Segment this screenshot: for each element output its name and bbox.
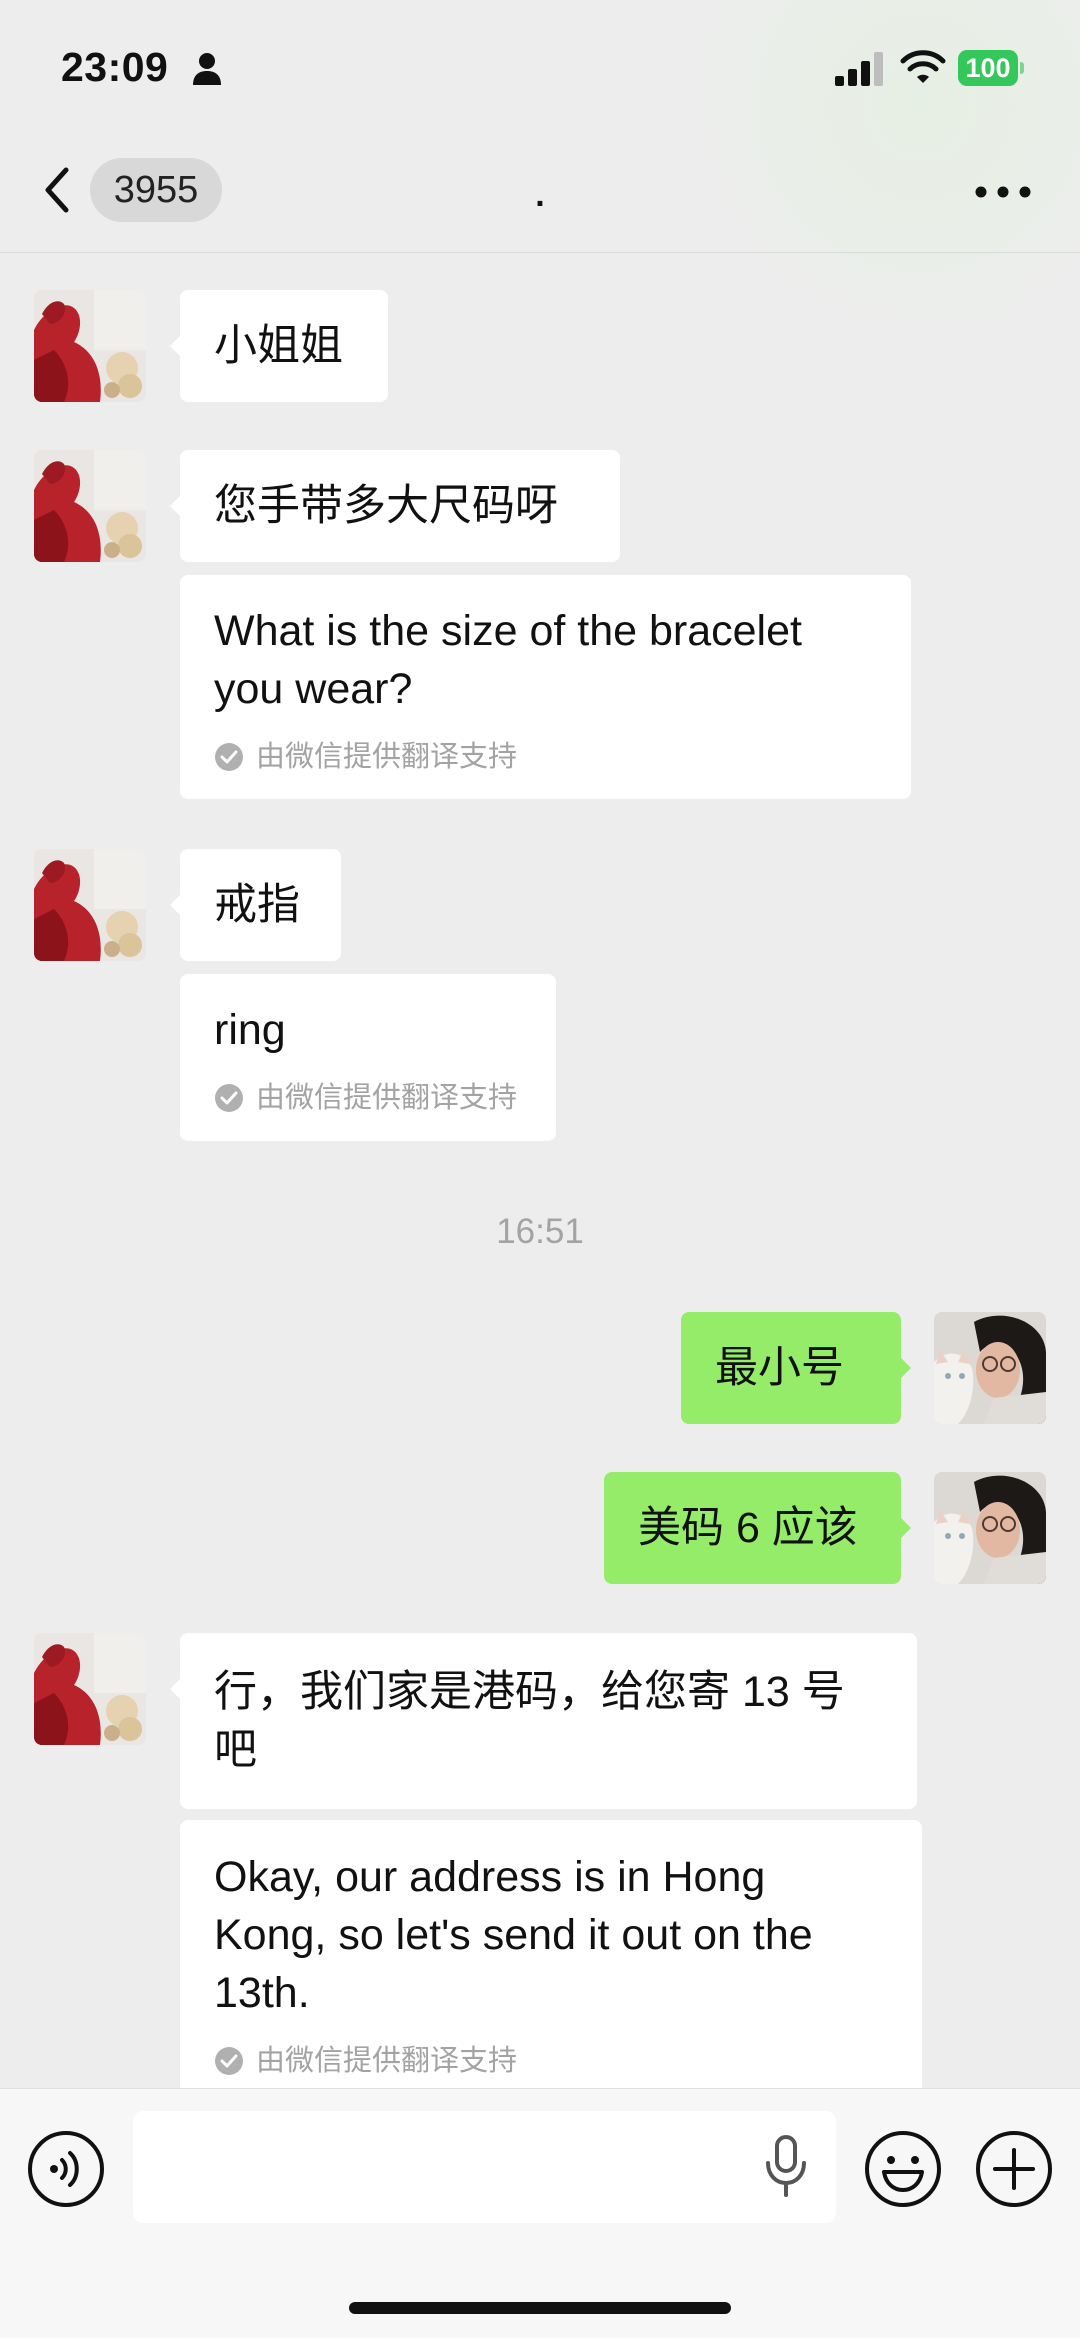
bubble-tail <box>900 1357 911 1379</box>
message-text: 您手带多大尺码呀 <box>214 482 558 530</box>
back-chevron-icon[interactable] <box>40 164 76 216</box>
chat-title: . <box>535 176 545 214</box>
my-avatar[interactable] <box>934 1472 1046 1584</box>
translation-note-text: 由微信提供翻译支持 <box>256 741 518 773</box>
battery-level: 100 <box>958 50 1018 86</box>
unread-count-badge[interactable]: 3955 <box>90 158 222 222</box>
add-attachment-icon[interactable] <box>975 2130 1053 2208</box>
my-avatar[interactable] <box>934 1312 1046 1424</box>
message-input[interactable] <box>133 2111 836 2223</box>
check-circle-icon <box>214 742 244 772</box>
translation-note: 由微信提供翻译支持 <box>214 728 877 786</box>
message-bubble-incoming[interactable]: 您手带多大尺码呀 <box>180 450 620 562</box>
message-bubble-incoming[interactable]: 行，我们家是港码，给您寄 13 号 吧 <box>180 1633 917 1809</box>
contact-avatar[interactable] <box>34 1633 146 1745</box>
message-text: 戒指 <box>214 881 300 929</box>
status-time: 23:09 <box>61 44 169 90</box>
voice-mode-icon[interactable] <box>27 2130 105 2208</box>
more-options-icon[interactable] <box>975 186 1031 198</box>
wifi-icon <box>900 50 946 83</box>
message-timestamp: 16:51 <box>496 1212 584 1251</box>
emoji-icon[interactable] <box>864 2130 942 2208</box>
translation-text: Okay, our address is in Hong Kong, so le… <box>214 1853 813 2017</box>
message-text: 行，我们家是港码，给您寄 13 号 吧 <box>214 1668 845 1774</box>
translation-note: 由微信提供翻译支持 <box>214 2032 888 2090</box>
translation-bubble[interactable]: Okay, our address is in Hong Kong, so le… <box>180 1820 922 2100</box>
chat-header: 3955 . <box>0 130 1080 253</box>
translation-text: ring <box>214 1006 286 1054</box>
signal-icon <box>835 52 883 86</box>
message-text: 小姐姐 <box>214 322 343 370</box>
translation-note: 由微信提供翻译支持 <box>214 1069 522 1127</box>
battery-cap <box>1020 62 1024 74</box>
translation-note-text: 由微信提供翻译支持 <box>256 2045 518 2077</box>
translation-bubble[interactable]: ring 由微信提供翻译支持 <box>180 974 556 1141</box>
message-text: 最小号 <box>715 1344 844 1392</box>
home-indicator[interactable] <box>349 2302 731 2314</box>
translation-bubble[interactable]: What is the size of the bracelet you wea… <box>180 575 911 799</box>
bubble-tail <box>900 1517 911 1539</box>
message-bubble-incoming[interactable]: 戒指 <box>180 849 341 961</box>
contact-avatar[interactable] <box>34 849 146 961</box>
contact-avatar[interactable] <box>34 450 146 562</box>
microphone-icon[interactable] <box>762 2135 810 2199</box>
translation-note-text: 由微信提供翻译支持 <box>256 1082 518 1114</box>
person-icon <box>193 53 221 85</box>
contact-avatar[interactable] <box>34 290 146 402</box>
check-circle-icon <box>214 2046 244 2076</box>
check-circle-icon <box>214 1083 244 1113</box>
message-bubble-outgoing[interactable]: 美码 6 应该 <box>604 1472 901 1584</box>
message-bubble-outgoing[interactable]: 最小号 <box>681 1312 901 1424</box>
status-bar: 23:09 100 <box>0 0 1080 130</box>
battery-indicator: 100 <box>958 50 1024 86</box>
message-text: 美码 6 应该 <box>638 1504 858 1552</box>
message-bubble-incoming[interactable]: 小姐姐 <box>180 290 388 402</box>
translation-text: What is the size of the bracelet you wea… <box>214 607 802 713</box>
input-bar <box>0 2088 1080 2338</box>
